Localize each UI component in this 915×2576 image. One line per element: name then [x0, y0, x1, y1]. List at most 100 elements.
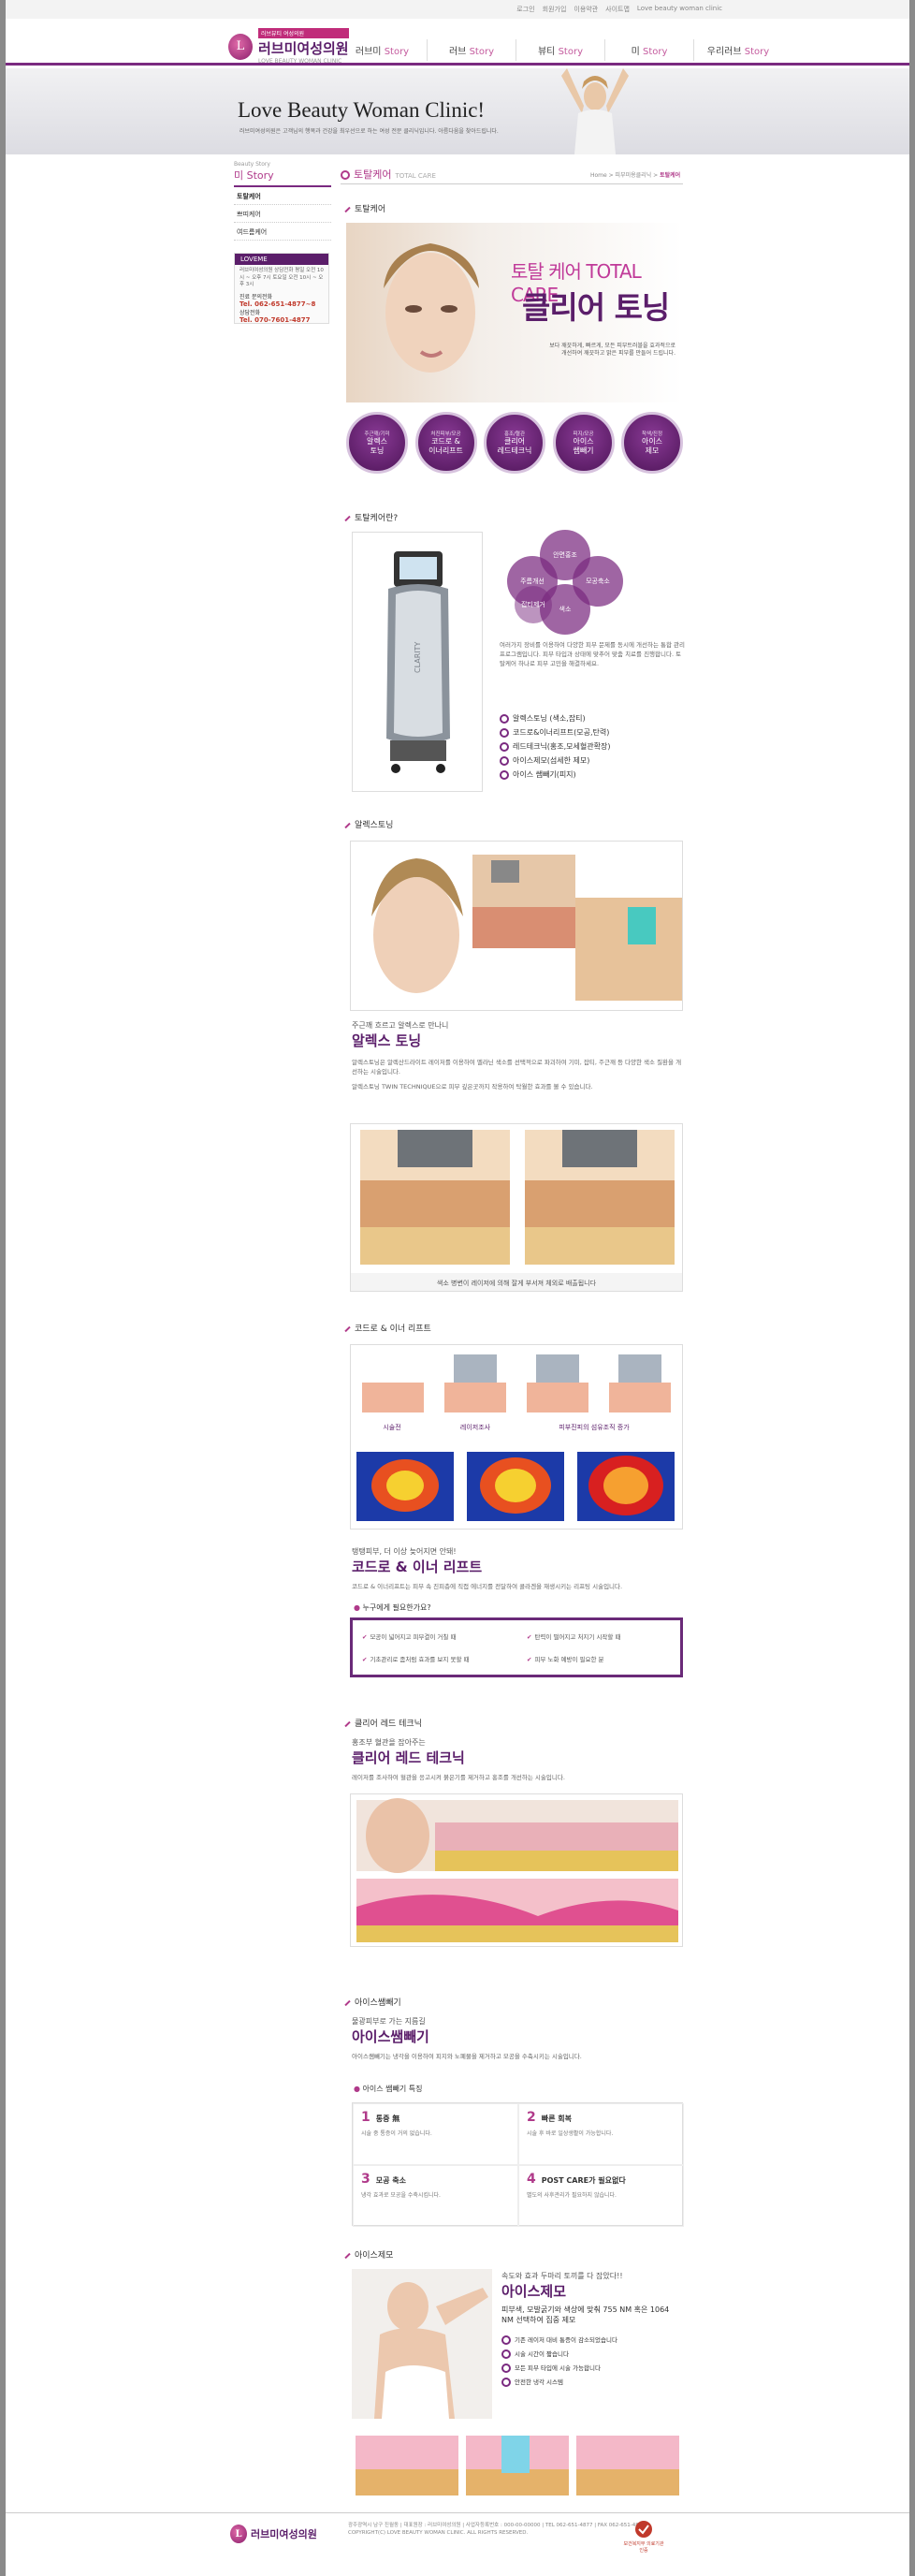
check-item: 모든 피부 타입에 시술 가능합니다	[501, 2361, 683, 2375]
codero-images: 시술전 레이저조사 피부진피의 섬유조직 증가	[350, 1344, 683, 1530]
ice-tips: 1 통증 無 시술 중 통증이 거의 없습니다. 2 빠른 회복 시술 후 바로 일상생…	[352, 2102, 684, 2227]
ice-removal-skin-images	[356, 2436, 679, 2496]
codero-title: 코드로 & 이너 리프트	[352, 1559, 483, 1575]
total-care-checklist: 알렉스토닝 (색소,잡티) 코드로&이너리프트(모공,탄력) 레드테크닉(홍조,…	[500, 711, 687, 782]
ice-removal-checklist: 기존 레이저 대비 통증이 감소되었습니다 시술 시간이 짧습니다 모든 피부 …	[501, 2333, 683, 2389]
circle-ice-sebum[interactable]: 피지/모공 아이스 쌤빼기	[552, 412, 615, 474]
check-item: 시술 시간이 짧습니다	[501, 2347, 683, 2361]
footer-divider	[6, 2512, 909, 2513]
ice-removal-woman-image	[352, 2269, 492, 2419]
question-item: 피부 노화 예방이 필요한 분	[527, 1654, 603, 1663]
red-subtitle: 홍조부 혈관을 잡아주는	[352, 1738, 426, 1747]
title-circle-icon	[341, 170, 350, 180]
red-text: 홍조부 혈관을 잡아주는 클리어 레드 테크닉 레이저를 조사하여 혈관을 응고…	[352, 1737, 685, 1782]
banner-subtitle: 러브미여성의원은 고객님의 행복과 건강을 최우선으로 하는 여성 전문 클리닉…	[240, 128, 499, 135]
join-link[interactable]: 회원가입	[543, 5, 567, 14]
consult-box-head: LOVEME	[235, 254, 328, 265]
tip-card: 3 모공 축소 냉각 효과로 모공을 수축시킵니다.	[353, 2165, 518, 2227]
certification-icon	[635, 2521, 652, 2538]
total-care-info: 여러가지 장비를 이용하여 다양한 피부 문제를 동시에 개선하는 통합 관리 …	[500, 641, 685, 667]
section-heading-red: 클리어 레드 테크닉	[344, 1717, 422, 1729]
codero-paragraph: 코드로 & 이너리프트는 피부 속 진피층에 직접 에너지를 전달하여 콜라겐을…	[352, 1583, 623, 1590]
hero-face-image	[384, 243, 479, 373]
banner-woman-image	[561, 68, 629, 154]
device-label: CLARITY	[414, 641, 422, 673]
logo-name: 러브미여성의원	[258, 40, 349, 57]
ice-title: 아이스쌤빼기	[352, 2028, 429, 2045]
check-item: 레드테크닉(홍조,모세혈관확장)	[500, 739, 687, 754]
consult-label-2: 상담전화	[240, 310, 261, 317]
alex-detail-image: 색소 병변이 레이저에 의해 잘게 부서져 체외로 배출됩니다	[350, 1123, 683, 1292]
tip-card: 2 빠른 회복 시술 후 바로 일상생활이 가능합니다.	[518, 2103, 684, 2165]
alex-text: 주근깨 흐르고 알렉스로 만나니 알렉스 토닝 알렉스토닝은 알렉산드라이트 레…	[352, 1020, 685, 1091]
question-item: 모공이 넓어지고 피부결이 거칠 때	[362, 1632, 456, 1641]
clinic-link[interactable]: Love beauty woman clinic	[637, 5, 722, 14]
red-images	[350, 1793, 683, 1947]
ice-removal-title: 아이스제모	[501, 2283, 567, 2300]
logo-tag: 러브뷰티 여성의원	[258, 28, 349, 38]
red-paragraph: 레이저를 조사하여 혈관을 응고시켜 붉은기를 제거하고 홍조를 개선하는 시술…	[352, 1774, 565, 1781]
svg-text:레이저조사: 레이저조사	[460, 1423, 491, 1431]
ice-removal-lead: 피부색, 모발굵기와 색상에 맞춰 755 NM 혹은 1064 NM 선택하여…	[501, 2305, 670, 2325]
ice-tips-title: ● 아이스 쌤빼기 특징	[354, 2085, 423, 2093]
device-image: CLARITY	[352, 532, 483, 792]
question-item: 탄력이 떨어지고 처지기 시작할 때	[527, 1632, 620, 1641]
circle-alex-toning[interactable]: 주근깨/기미 알렉스 토닝	[346, 412, 408, 474]
hero-title: 클리어 토닝	[522, 289, 670, 326]
check-item: 아이스제모(섬세한 제모)	[500, 754, 687, 768]
circle-clear-red[interactable]: 홍조/혈관 클리어 레드테크닉	[484, 412, 545, 474]
consult-label-1: 진료 문의전화	[240, 294, 273, 301]
footer-logo: L 러브미여성의원	[230, 2525, 317, 2543]
codero-question-title: ● 누구에게 필요한가요?	[354, 1603, 431, 1612]
top-links: 로그인 회원가입 이용약관 사이트맵 Love beauty woman cli…	[516, 5, 722, 14]
nav-item-beauty[interactable]: 뷰티 Story	[516, 39, 604, 61]
certification-badge: 보건복지부 의료기관인증	[623, 2520, 664, 2554]
alex-images	[350, 841, 683, 1011]
check-item: 안전한 냉각 시스템	[501, 2375, 683, 2389]
nav-item-loveme[interactable]: 러브미 Story	[338, 39, 427, 61]
treatment-circles: 주근깨/기미 알렉스 토닝 처진피부/모공 코드로 & 이너리프트 홍조/혈관 클리어…	[346, 412, 683, 474]
sidebar-item-acne-care[interactable]: 여드름케어	[234, 223, 331, 241]
alex-title: 알렉스 토닝	[352, 1032, 422, 1049]
circle-codero[interactable]: 처진피부/모공 코드로 & 이너리프트	[414, 412, 477, 474]
ice-paragraph: 아이스쌤빼기는 냉각을 이용하여 피지와 노폐물을 제거하고 모공을 수축시키는…	[352, 2053, 582, 2060]
alex-paragraph-2: 알렉스토닝 TWIN TECHNIQUE으로 피부 깊은곳까지 작용하여 탁월한…	[352, 1083, 593, 1091]
circle-ice-hair-removal[interactable]: 착색/진정 아이스 제모	[621, 412, 683, 474]
footer-address: 광주광역시 남구 진월동 | 대표원장 : 러브미여성의원 | 사업자등록번호 …	[348, 2523, 646, 2537]
page: 로그인 회원가입 이용약관 사이트맵 Love beauty woman cli…	[6, 0, 909, 2576]
question-item: 기초관리로 좀처럼 효과를 보지 못할 때	[362, 1654, 469, 1663]
logo-mark-icon: L	[228, 33, 253, 60]
sitemap-link[interactable]: 사이트맵	[605, 5, 630, 14]
breadcrumb: Home > 피부미용클리닉 > 토탈케어	[590, 172, 681, 179]
alex-subtitle: 주근깨 흐르고 알렉스로 만나니	[352, 1021, 449, 1030]
section-heading-codero: 코드로 & 이너 리프트	[344, 1322, 431, 1334]
hero-banner: 토탈 케어 TOTAL CARE 클리어 토닝 보다 깨끗하게, 빠르게, 모든…	[346, 223, 683, 402]
nav-item-love[interactable]: 러브 Story	[427, 39, 516, 61]
alex-caption: 색소 병변이 레이저에 의해 잘게 부서져 체외로 배출됩니다	[351, 1273, 682, 1291]
check-item: 기존 레이저 대비 통증이 감소되었습니다	[501, 2333, 683, 2347]
petal-pore: 모공축소	[573, 556, 623, 607]
consult-tel-1: Tel. 062-651-4877~8	[240, 300, 316, 309]
tip-card: 1 통증 無 시술 중 통증이 거의 없습니다.	[353, 2103, 518, 2165]
page-title: 토탈케어 TOTAL CARE	[341, 167, 436, 182]
red-title: 클리어 레드 테크닉	[352, 1749, 465, 1766]
alex-paragraph-1: 알렉스토닝은 알렉산드라이트 레이저를 이용하여 멜라닌 색소를 선택적으로 파…	[352, 1059, 682, 1076]
nav-item-our-love[interactable]: 우리러브 Story	[693, 39, 782, 61]
ice-removal-subtitle: 속도와 효과 두마리 토끼를 다 잡았다!!	[501, 2272, 623, 2280]
sidebar-item-total-care[interactable]: 토탈케어	[234, 187, 331, 205]
svg-text:피부진피의 섬유조직 증가: 피부진피의 섬유조직 증가	[559, 1423, 630, 1431]
main-banner: Love Beauty Woman Clinic! 러브미여성의원은 고객님의 …	[6, 68, 909, 154]
codero-question-box: 모공이 넓어지고 피부결이 거칠 때 탄력이 떨어지고 처지기 시작할 때 기초…	[350, 1617, 683, 1677]
ice-removal-text: 속도와 효과 두마리 토끼를 다 잡았다!! 아이스제모 피부색, 모발굵기와 …	[501, 2271, 683, 2389]
section-heading-total-care: 토탈케어	[344, 202, 385, 214]
logo[interactable]: L 러브뷰티 여성의원 러브미여성의원 LOVE BEAUTY WOMAN CL…	[228, 28, 349, 65]
terms-link[interactable]: 이용약관	[574, 5, 598, 14]
nav-item-mi[interactable]: 미 Story	[604, 39, 693, 61]
petal-spot: 잡티제거	[515, 586, 552, 623]
sidebar-item-petit-care[interactable]: 쁘띠케어	[234, 205, 331, 223]
login-link[interactable]: 로그인	[516, 5, 534, 14]
check-item: 코드로&이너리프트(모공,탄력)	[500, 725, 687, 739]
section-heading-what-is: 토탈케어란?	[344, 511, 398, 523]
check-item: 아이스 쌤빼기(피지)	[500, 768, 687, 782]
effect-diagram: 안면홍조 주름개선 색소 모공축소 잡티제거	[500, 530, 631, 635]
